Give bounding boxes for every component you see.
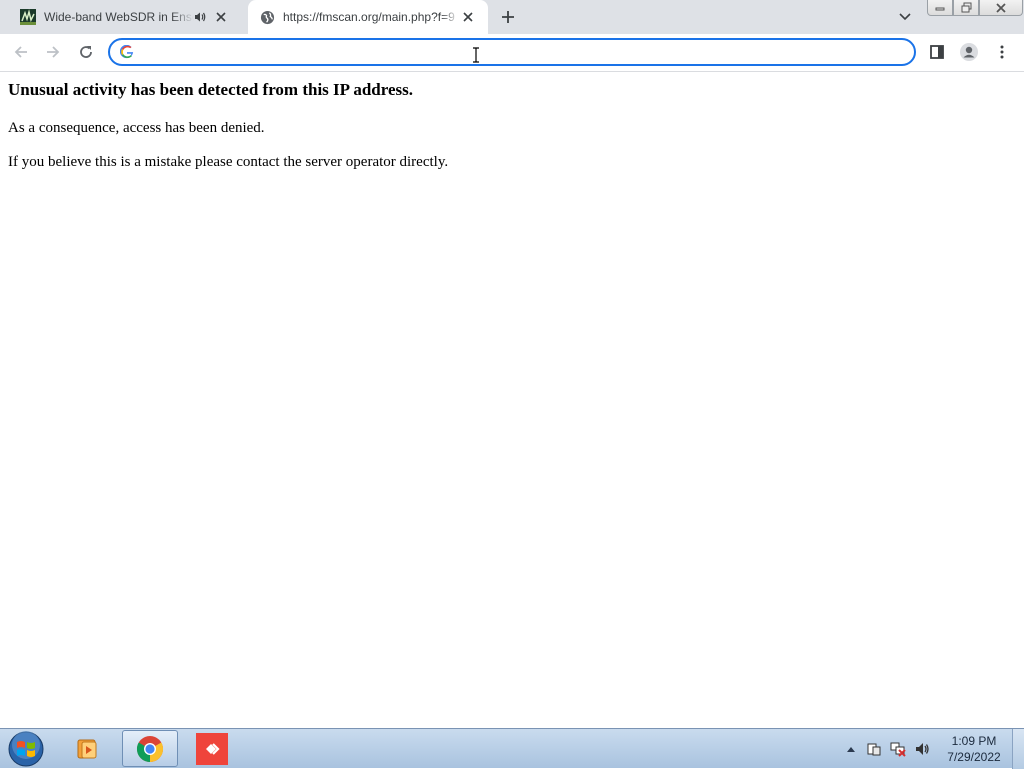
browser-toolbar (0, 34, 1024, 72)
volume-icon[interactable] (914, 741, 930, 757)
windows-start-icon (8, 731, 44, 767)
taskbar-media-player[interactable] (60, 730, 116, 767)
anydesk-icon (196, 732, 228, 765)
address-bar[interactable] (108, 38, 916, 66)
media-player-icon (77, 739, 97, 758)
globe-icon (260, 10, 275, 25)
show-desktop-button[interactable] (1012, 729, 1024, 769)
close-tab-icon[interactable] (212, 8, 230, 26)
tab-fmscan[interactable]: https://fmscan.org/main.php?f=9 (248, 0, 488, 34)
message-line: If you believe this is a mistake please … (8, 154, 449, 170)
side-panel-icon (930, 45, 944, 59)
restore-icon (961, 2, 971, 13)
taskbar-anydesk[interactable] (184, 730, 240, 767)
avatar-icon (960, 43, 978, 61)
page-content: Unusual activity has been detected from … (0, 72, 1024, 728)
close-window-button[interactable] (979, 0, 1023, 16)
text-cursor-icon (472, 47, 480, 63)
page-heading: Unusual activity has been detected from … (8, 80, 414, 99)
start-button[interactable] (4, 730, 48, 768)
back-button[interactable] (10, 41, 32, 63)
clock-date: 7/29/2022 (947, 750, 1001, 764)
side-panel-button[interactable] (926, 41, 948, 63)
profile-button[interactable] (958, 41, 980, 63)
taskbar: 1:09 PM 7/29/2022 (0, 728, 1024, 769)
forward-arrow-icon (47, 46, 60, 58)
websdr-favicon-icon (20, 9, 36, 25)
speaker-icon[interactable] (194, 11, 206, 23)
forward-button[interactable] (42, 41, 64, 63)
system-tray (844, 729, 930, 769)
show-hidden-icons-icon[interactable] (844, 746, 858, 752)
system-clock[interactable]: 1:09 PM 7/29/2022 (938, 733, 1010, 765)
chevron-down-icon (899, 13, 911, 21)
minimize-button[interactable] (927, 0, 953, 16)
menu-button[interactable] (991, 41, 1013, 63)
back-arrow-icon (14, 46, 27, 58)
tab-strip: Wide-band WebSDR in Enschede https://fms… (0, 0, 1024, 34)
kebab-menu-icon (1000, 45, 1004, 59)
action-center-icon[interactable] (866, 741, 882, 757)
window-controls (927, 0, 1023, 18)
minimize-icon (935, 7, 945, 10)
taskbar-chrome[interactable] (122, 730, 178, 767)
new-tab-button[interactable] (498, 7, 518, 27)
clock-time: 1:09 PM (951, 734, 997, 748)
close-icon (996, 2, 1006, 13)
chrome-icon (136, 735, 164, 762)
tab-search-button[interactable] (895, 8, 915, 26)
message-line: As a consequence, access has been denied… (8, 120, 265, 136)
reload-button[interactable] (75, 41, 97, 63)
reload-icon (80, 46, 92, 58)
network-disconnected-icon[interactable] (890, 741, 906, 757)
tab-title: Wide-band WebSDR in Enschede (44, 10, 194, 24)
tab-title: https://fmscan.org/main.php?f=9 (283, 10, 455, 24)
restore-button[interactable] (953, 0, 979, 16)
address-input[interactable] (144, 43, 888, 63)
google-icon (119, 44, 134, 64)
close-tab-icon[interactable] (459, 8, 477, 26)
tab-websdr[interactable]: Wide-band WebSDR in Enschede (8, 0, 246, 34)
plus-icon (502, 11, 514, 23)
